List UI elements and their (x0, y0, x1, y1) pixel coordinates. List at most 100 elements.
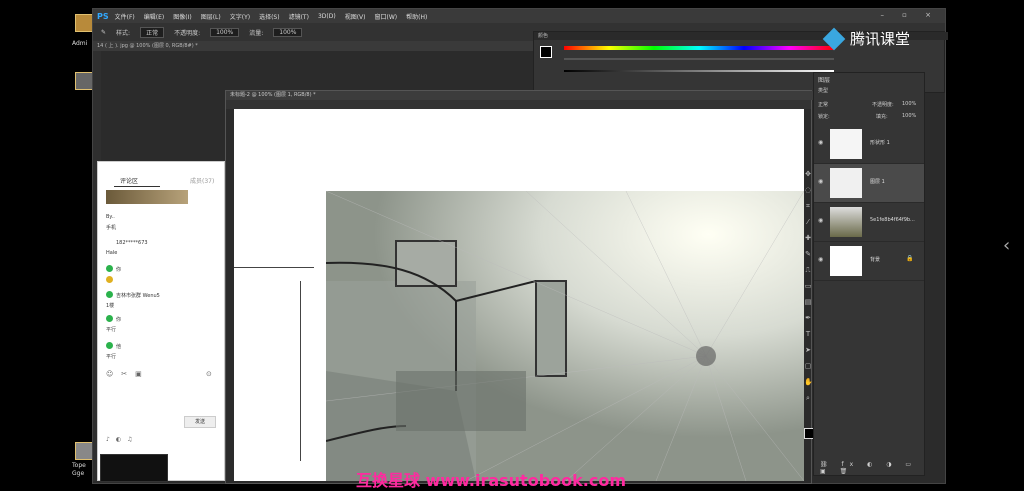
user-avatar-icon (106, 315, 113, 322)
healing-tool-icon[interactable]: ✚ (804, 234, 812, 242)
chat-message: 1楼 (106, 303, 115, 309)
window-controls[interactable]: – ▫ × (880, 11, 939, 19)
user-avatar-icon (106, 291, 113, 298)
chat-message: 平行 (106, 354, 117, 360)
thumbnail-preview[interactable] (100, 454, 168, 482)
mode-label: 样式: (116, 29, 131, 37)
brush-icon[interactable]: ✎ (101, 29, 106, 36)
eye-icon[interactable]: ◉ (818, 178, 823, 185)
menu-item-edit[interactable]: 编辑(E) (144, 12, 164, 21)
desktop-icon-label: Gge (72, 470, 85, 477)
tencent-classroom-logo: 腾讯课堂 (822, 27, 911, 50)
pen-tool-icon[interactable]: ✒ (804, 314, 812, 322)
layer-actions-bar[interactable]: ⛓ fx ◐ ◑ ▭ ▣ 🗑 (814, 461, 930, 475)
blend-mode-select[interactable]: 正常 (818, 101, 828, 108)
crop-tool-icon[interactable]: ⌗ (804, 202, 812, 210)
watermark-text: 互换星球 www.irasutobook.com (356, 471, 627, 490)
chat-message: 你 (116, 267, 122, 273)
eyedropper-tool-icon[interactable]: ⁄ (804, 218, 812, 226)
layer-thumbnail (830, 207, 862, 237)
move-tool-icon[interactable]: ✥ (804, 170, 812, 178)
user-avatar-icon (106, 342, 113, 349)
stamp-tool-icon[interactable]: ⎍ (804, 266, 812, 274)
menu-item-filter[interactable]: 滤镜(T) (289, 12, 309, 21)
menu-item-layer[interactable]: 图层(L) (201, 12, 221, 21)
chat-message: 你 (116, 317, 122, 323)
mode-select[interactable]: 正常 (140, 26, 165, 38)
tab-underline (114, 186, 160, 187)
desktop-icon-label: Admi (72, 40, 88, 47)
menu-item-window[interactable]: 窗口(W) (375, 12, 398, 21)
layer-opacity-label: 不透明度: (872, 102, 894, 108)
ps-logo: PS (97, 11, 109, 21)
chevron-left-icon[interactable]: ‹ (1003, 235, 1010, 256)
guide-line (300, 281, 301, 461)
shape-tool-icon[interactable]: ▢ (804, 362, 812, 370)
tab-members[interactable]: 成员(37) (190, 176, 214, 185)
lasso-tool-icon[interactable]: ◌ (804, 186, 812, 194)
flow-label: 流量: (249, 29, 264, 37)
zoom-tool-icon[interactable]: ⌕ (804, 394, 812, 402)
desktop-icon-label: Tope (72, 462, 86, 469)
gradient-tool-icon[interactable]: ▤ (804, 298, 812, 306)
fill-label: 填充: (876, 114, 888, 120)
brush-tool-icon[interactable]: ✎ (804, 250, 812, 258)
chat-toolbar-icons[interactable]: ☺✂▣ (106, 370, 150, 378)
saturation-slider[interactable] (564, 58, 834, 60)
path-select-tool-icon[interactable]: ➤ (804, 346, 812, 354)
layer-name: 背景 (870, 257, 881, 263)
layer-row[interactable]: ◉ 形状形 1 (814, 125, 924, 164)
layer-row[interactable]: ◉ 5e1fe8b4f64f9b... (814, 203, 924, 242)
emoji-icon (106, 276, 113, 283)
painting-image (326, 191, 804, 481)
layer-name: 形状形 1 (870, 140, 890, 146)
layer-thumbnail (830, 129, 862, 159)
layer-row[interactable]: ◉ 背景 🔒 (814, 242, 924, 281)
type-tool-icon[interactable]: T (804, 330, 812, 338)
brightness-slider[interactable] (564, 70, 834, 72)
eraser-tool-icon[interactable]: ▭ (804, 282, 812, 290)
menu-item-file[interactable]: 文件(F) (115, 12, 135, 21)
foreground-color-swatch[interactable] (540, 46, 552, 58)
opacity-input[interactable]: 100% (210, 27, 240, 37)
settings-icon[interactable]: ⊙ (206, 370, 212, 378)
eye-icon[interactable]: ◉ (818, 139, 823, 146)
lock-icon: 🔒 (906, 255, 914, 262)
hand-tool-icon[interactable]: ✋ (804, 378, 813, 386)
opacity-label: 不透明度: (174, 29, 201, 37)
hue-slider[interactable] (564, 46, 834, 50)
chat-message: 平行 (106, 327, 117, 333)
layer-row[interactable]: ◉ 图层 1 (814, 164, 924, 203)
send-button[interactable]: 发送 (184, 416, 216, 428)
tab-comments[interactable]: 评论区 (120, 176, 138, 185)
chat-message: 182*****673 (116, 240, 148, 246)
lock-label: 锁定: (818, 114, 830, 120)
menu-item-type[interactable]: 文字(Y) (230, 12, 250, 21)
document-tab[interactable]: 未标题-2 @ 100% (图层 1, RGB/8) * (226, 91, 815, 100)
flow-input[interactable]: 100% (273, 27, 303, 37)
user-avatar-icon (106, 265, 113, 272)
menu-item-select[interactable]: 选择(S) (259, 12, 280, 21)
menu-item-view[interactable]: 视图(V) (345, 12, 366, 21)
layer-kind-filter[interactable]: 类型 (818, 87, 828, 94)
tencent-logo-text: 腾讯课堂 (850, 30, 911, 48)
chat-bottom-icons[interactable]: ♪◐♫ (106, 436, 138, 443)
layer-thumbnail (830, 246, 862, 276)
fill-input[interactable]: 100% (902, 113, 916, 119)
menu-item-3d[interactable]: 3D(D) (318, 13, 336, 20)
document-window: 未标题-2 @ 100% (图层 1, RGB/8) * (225, 90, 815, 484)
chat-message: 吉林市张群 Wenu5 (116, 293, 160, 299)
guide-line (234, 267, 314, 268)
chat-message: 手机 (106, 225, 117, 231)
layer-thumbnail (830, 168, 862, 198)
eye-icon[interactable]: ◉ (818, 217, 823, 224)
canvas[interactable] (234, 109, 804, 481)
document-tab[interactable]: 14 ( 上 ). jpg @ 100% (图层 0, RGB/8#) * (93, 41, 537, 51)
menu-item-help[interactable]: 帮助(H) (406, 12, 427, 21)
thumbnail-preview[interactable] (174, 454, 222, 480)
eye-icon[interactable]: ◉ (818, 256, 823, 263)
tencent-play-icon (822, 27, 846, 50)
menu-item-image[interactable]: 图像(I) (173, 12, 191, 21)
chat-message: By.. (106, 214, 115, 220)
layer-opacity-input[interactable]: 100% (902, 101, 916, 107)
